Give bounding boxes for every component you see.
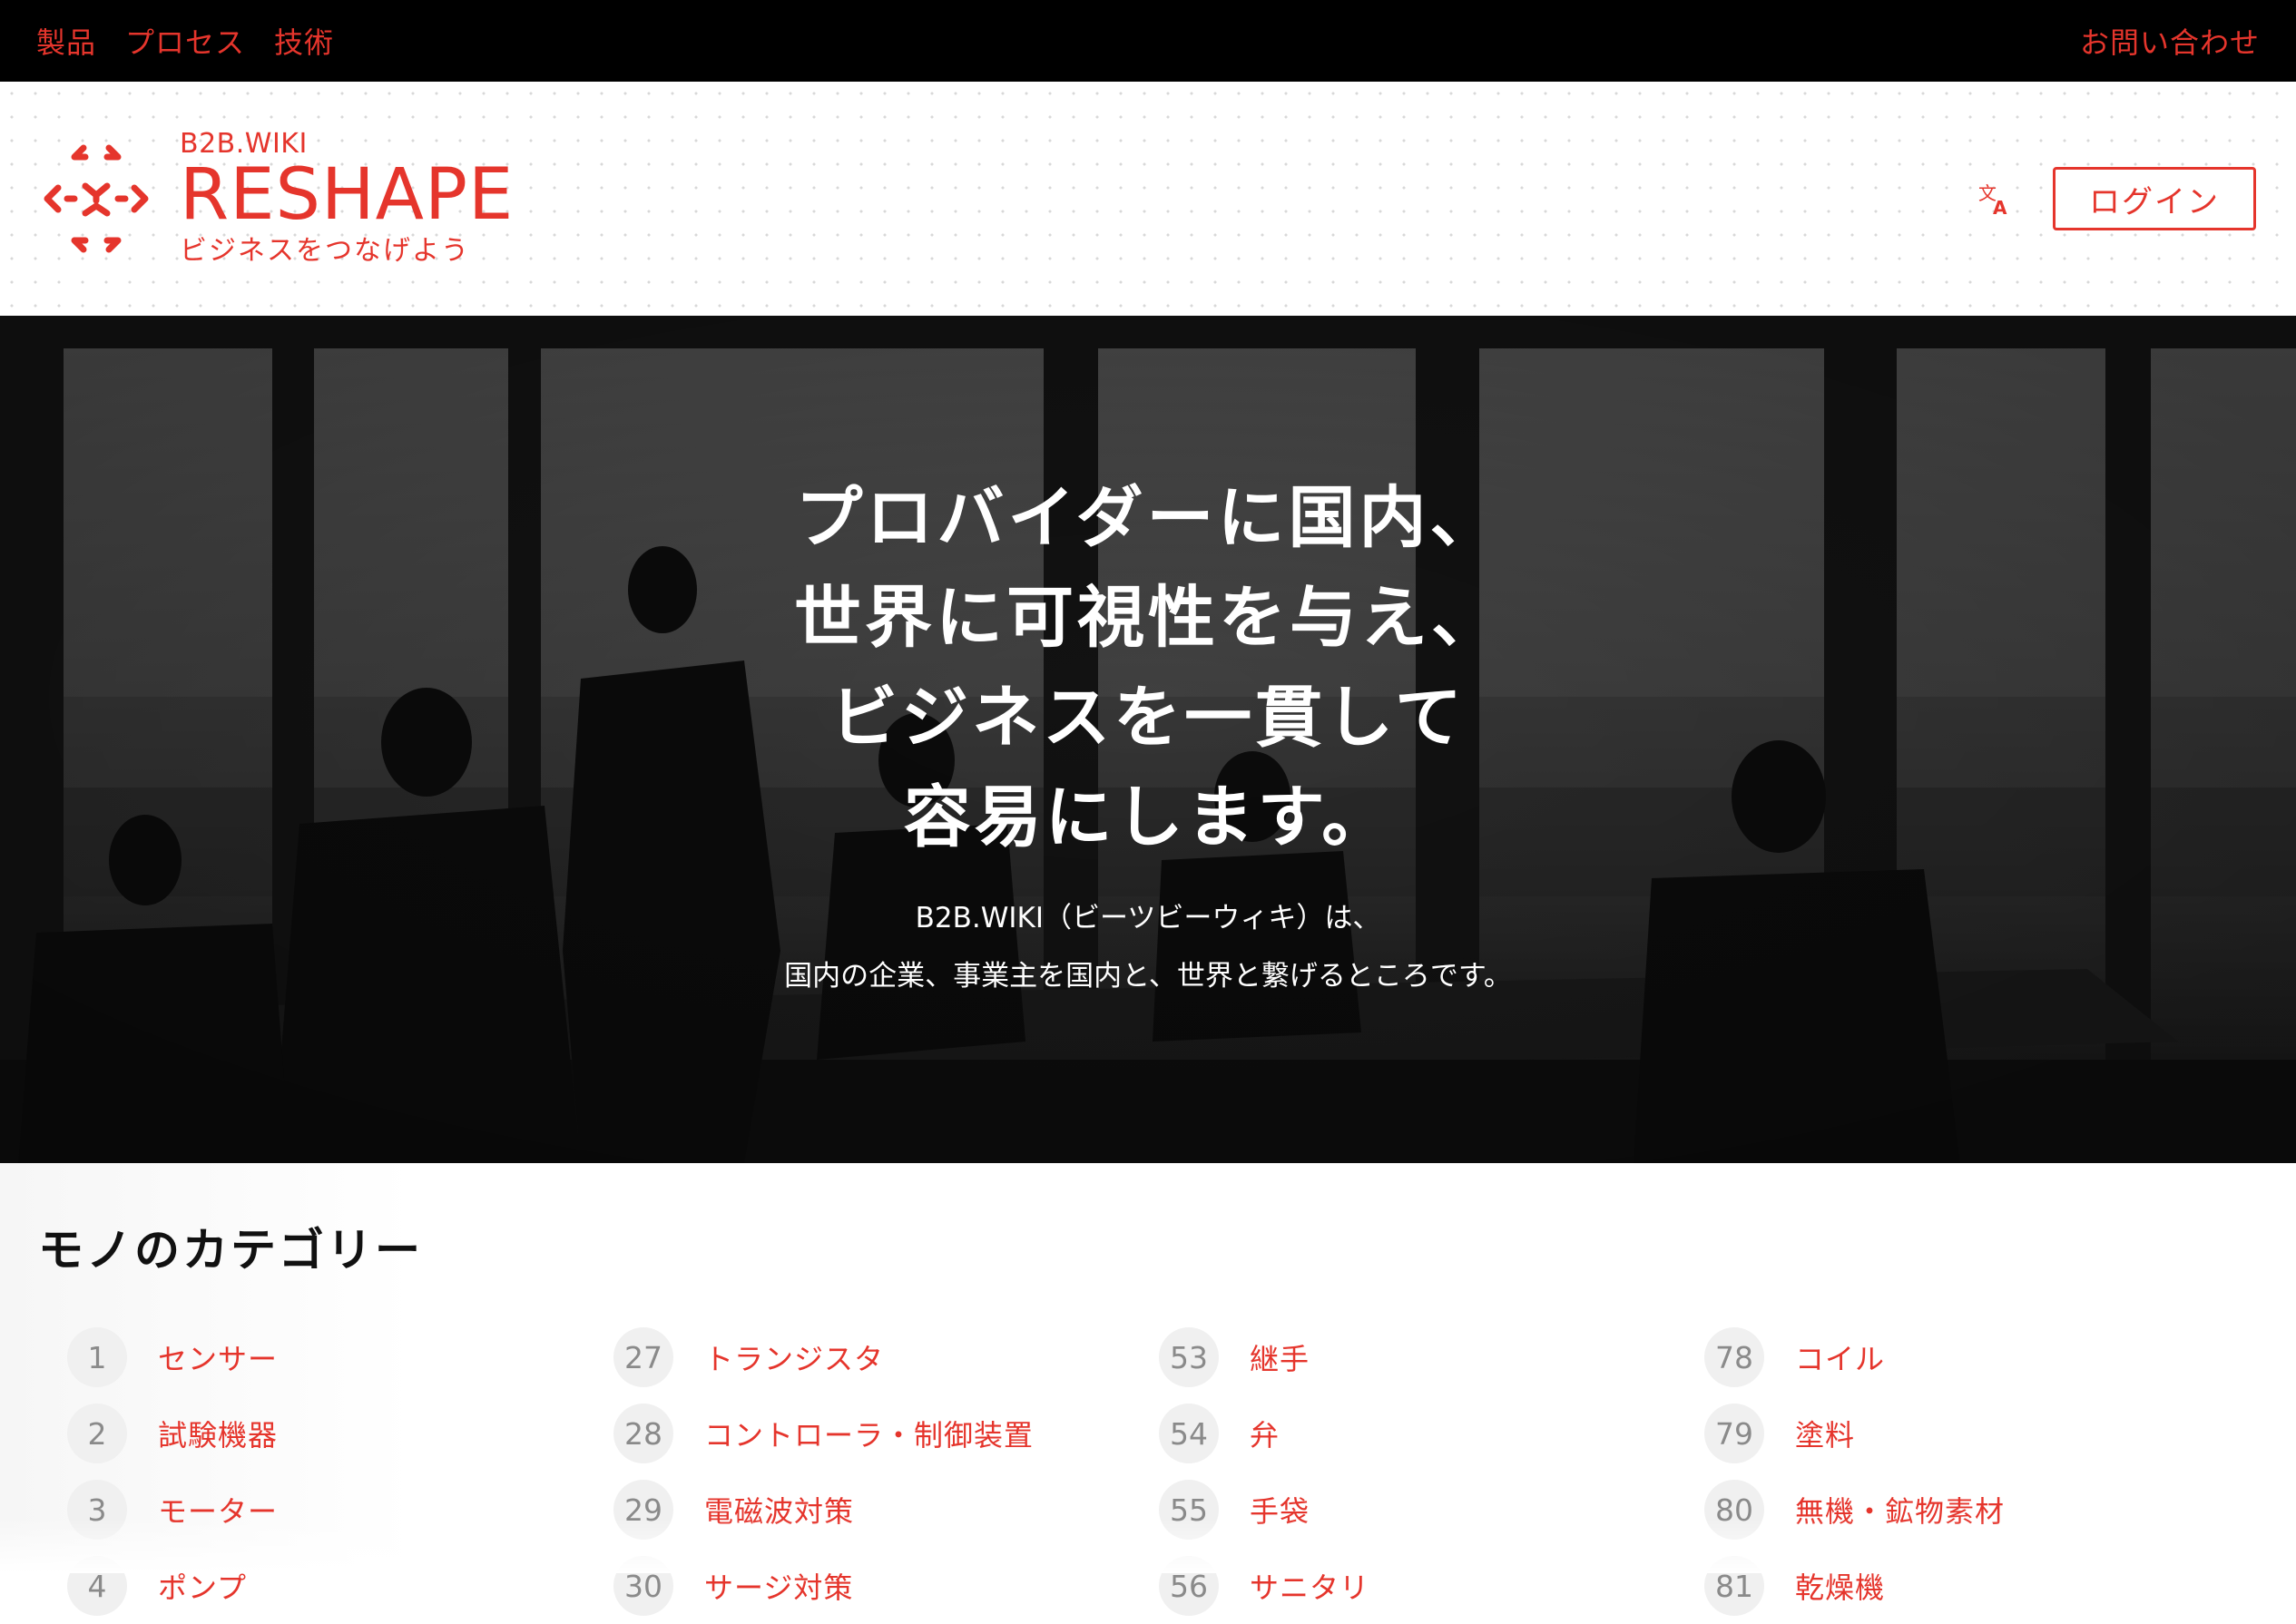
category-number: 79 — [1704, 1404, 1764, 1463]
hero-title-line: 容易にします。 — [903, 778, 1393, 856]
category-item[interactable]: 53 継手 — [1159, 1319, 1703, 1395]
category-label[interactable]: 継手 — [1250, 1336, 1310, 1378]
hero-title-line: ビジネスを一貫して — [830, 679, 1466, 757]
category-label[interactable]: センサー — [158, 1336, 278, 1378]
category-item[interactable]: 1 センサー — [67, 1319, 612, 1395]
category-label[interactable]: 塗料 — [1795, 1413, 1855, 1454]
category-item[interactable]: 28 コントローラ・制御装置 — [613, 1395, 1158, 1472]
category-label[interactable]: 弁 — [1250, 1413, 1280, 1454]
category-number: 54 — [1159, 1404, 1219, 1463]
hero-section: プロバイダーに国内、 世界に可視性を与え、 ビジネスを一貫して 容易にします。 … — [0, 316, 2296, 1163]
category-item[interactable]: 27 トランジスタ — [613, 1319, 1158, 1395]
login-button[interactable]: ログイン — [2053, 167, 2256, 230]
hero-sub-line: B2B.WIKI（ビーツビーウィキ）は、 — [915, 902, 1381, 934]
category-item[interactable]: 54 弁 — [1159, 1395, 1703, 1472]
brand-tagline: ビジネスをつなげよう — [180, 234, 470, 267]
nav-process[interactable]: プロセス — [125, 20, 245, 62]
category-column: 27 トランジスタ 28 コントローラ・制御装置 29 電磁波対策 30 サージ対策 — [613, 1319, 1158, 1624]
category-label[interactable]: 試験機器 — [158, 1413, 278, 1454]
hero-title-line: 世界に可視性を与え、 — [794, 579, 1502, 657]
category-label[interactable]: コントローラ・制御装置 — [704, 1413, 1034, 1454]
contact-link[interactable]: お問い合わせ — [2080, 20, 2260, 62]
category-number: 1 — [67, 1327, 127, 1387]
category-number: 53 — [1159, 1327, 1219, 1387]
category-number: 2 — [67, 1404, 127, 1463]
nav-products[interactable]: 製品 — [36, 20, 96, 62]
hero-title-line: プロバイダーに国内、 — [795, 479, 1501, 557]
hero-subtitle: B2B.WIKI（ビーツビーウィキ）は、 国内の企業、事業主を国内と、世界と繋げ… — [784, 889, 1512, 1005]
hero-content: プロバイダーに国内、 世界に可視性を与え、 ビジネスを一貫して 容易にします。 … — [0, 316, 2296, 1163]
svg-text:A: A — [1993, 197, 2007, 218]
category-column: 53 継手 54 弁 55 手袋 56 サニタリ — [1159, 1319, 1703, 1624]
top-bar: 製品 プロセス 技術 お問い合わせ — [0, 0, 2296, 82]
category-number: 28 — [613, 1404, 673, 1463]
hero-title: プロバイダーに国内、 世界に可視性を与え、 ビジネスを一貫して 容易にします。 — [794, 468, 1502, 867]
category-number: 27 — [613, 1327, 673, 1387]
top-nav: 製品 プロセス 技術 — [36, 20, 334, 62]
brand-name: RESHAPE — [180, 154, 515, 237]
category-item[interactable]: 78 コイル — [1704, 1319, 2249, 1395]
hero-sub-line: 国内の企業、事業主を国内と、世界と繋げるところです。 — [784, 960, 1512, 993]
category-number: 78 — [1704, 1327, 1764, 1387]
reshape-arrows-icon — [44, 144, 149, 253]
site-header: B2B.WIKI RESHAPE ビジネスをつなげよう 文 A ログイン — [0, 82, 2296, 316]
translate-icon[interactable]: 文 A — [1977, 180, 2015, 218]
category-label[interactable]: トランジスタ — [704, 1336, 884, 1378]
category-column: 1 センサー 2 試験機器 3 モーター 4 ポンプ — [67, 1319, 612, 1624]
section-title: モノのカテゴリー — [38, 1224, 423, 1277]
category-column: 78 コイル 79 塗料 80 無機・鉱物素材 81 乾燥機 — [1704, 1319, 2249, 1624]
category-item[interactable]: 2 試験機器 — [67, 1395, 612, 1472]
bottom-fade — [0, 1519, 2296, 1573]
categories-section: モノのカテゴリー 1 センサー 2 試験機器 3 モーター 4 ポンプ 27 トランジスタ… — [0, 1163, 2296, 1616]
brand-text: B2B.WIKI RESHAPE ビジネスをつなげよう — [180, 129, 514, 269]
nav-technology[interactable]: 技術 — [274, 20, 334, 62]
category-item[interactable]: 79 塗料 — [1704, 1395, 2249, 1472]
header-actions: 文 A ログイン — [1977, 167, 2256, 230]
category-label[interactable]: コイル — [1795, 1336, 1885, 1378]
brand-logo-link[interactable]: B2B.WIKI RESHAPE ビジネスをつなげよう — [40, 129, 514, 269]
